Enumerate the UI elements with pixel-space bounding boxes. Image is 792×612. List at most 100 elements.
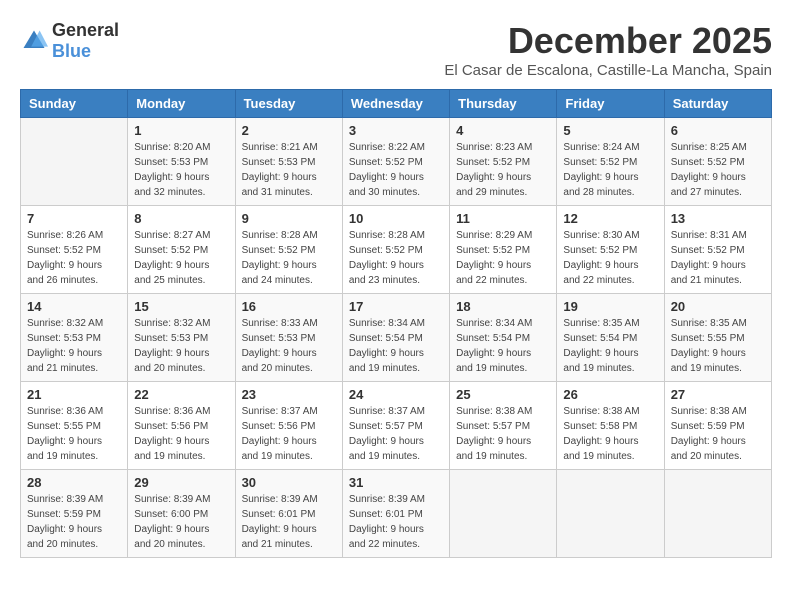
sunrise-text: Sunrise: 8:28 AM [242,230,318,241]
calendar-cell: 12Sunrise: 8:30 AMSunset: 5:52 PMDayligh… [557,206,664,294]
sunrise-text: Sunrise: 8:22 AM [349,142,425,153]
daylight-value: and 26 minutes. [27,275,98,286]
sunrise-text: Sunrise: 8:39 AM [27,494,103,505]
day-number: 18 [456,299,550,314]
day-info: Sunrise: 8:39 AMSunset: 6:01 PMDaylight:… [242,492,336,552]
daylight-value: and 22 minutes. [349,539,420,550]
daylight-label: Daylight: 9 hours [456,436,531,447]
day-number: 8 [134,211,228,226]
day-number: 26 [563,387,657,402]
day-number: 29 [134,475,228,490]
day-number: 13 [671,211,765,226]
calendar-week-row: 14Sunrise: 8:32 AMSunset: 5:53 PMDayligh… [21,294,772,382]
daylight-label: Daylight: 9 hours [242,436,317,447]
day-number: 20 [671,299,765,314]
daylight-value: and 20 minutes. [27,539,98,550]
calendar-cell: 13Sunrise: 8:31 AMSunset: 5:52 PMDayligh… [664,206,771,294]
sunset-text: Sunset: 6:01 PM [349,509,423,520]
calendar-body: 1Sunrise: 8:20 AMSunset: 5:53 PMDaylight… [21,118,772,558]
sunrise-text: Sunrise: 8:33 AM [242,318,318,329]
calendar-cell: 29Sunrise: 8:39 AMSunset: 6:00 PMDayligh… [128,470,235,558]
daylight-label: Daylight: 9 hours [134,172,209,183]
calendar-cell: 3Sunrise: 8:22 AMSunset: 5:52 PMDaylight… [342,118,449,206]
day-info: Sunrise: 8:23 AMSunset: 5:52 PMDaylight:… [456,140,550,200]
daylight-value: and 19 minutes. [349,451,420,462]
daylight-label: Daylight: 9 hours [134,260,209,271]
calendar-cell [21,118,128,206]
daylight-label: Daylight: 9 hours [671,436,746,447]
sunrise-text: Sunrise: 8:34 AM [456,318,532,329]
day-info: Sunrise: 8:30 AMSunset: 5:52 PMDaylight:… [563,228,657,288]
sunset-text: Sunset: 5:59 PM [27,509,101,520]
daylight-label: Daylight: 9 hours [563,436,638,447]
day-number: 21 [27,387,121,402]
day-info: Sunrise: 8:32 AMSunset: 5:53 PMDaylight:… [134,316,228,376]
calendar-cell: 11Sunrise: 8:29 AMSunset: 5:52 PMDayligh… [450,206,557,294]
location-subtitle: El Casar de Escalona, Castille-La Mancha… [444,62,772,79]
sunset-text: Sunset: 5:52 PM [671,157,745,168]
daylight-label: Daylight: 9 hours [134,436,209,447]
calendar-cell: 30Sunrise: 8:39 AMSunset: 6:01 PMDayligh… [235,470,342,558]
day-number: 4 [456,123,550,138]
sunrise-text: Sunrise: 8:21 AM [242,142,318,153]
calendar-cell: 25Sunrise: 8:38 AMSunset: 5:57 PMDayligh… [450,382,557,470]
sunset-text: Sunset: 5:55 PM [27,421,101,432]
day-info: Sunrise: 8:38 AMSunset: 5:59 PMDaylight:… [671,404,765,464]
day-info: Sunrise: 8:27 AMSunset: 5:52 PMDaylight:… [134,228,228,288]
sunrise-text: Sunrise: 8:23 AM [456,142,532,153]
sunset-text: Sunset: 5:52 PM [349,157,423,168]
sunrise-text: Sunrise: 8:20 AM [134,142,210,153]
sunrise-text: Sunrise: 8:38 AM [456,406,532,417]
day-number: 25 [456,387,550,402]
day-info: Sunrise: 8:35 AMSunset: 5:55 PMDaylight:… [671,316,765,376]
daylight-label: Daylight: 9 hours [563,260,638,271]
day-of-week-header: Saturday [664,90,771,118]
calendar-cell: 18Sunrise: 8:34 AMSunset: 5:54 PMDayligh… [450,294,557,382]
day-number: 1 [134,123,228,138]
logo-general: General [52,20,119,40]
daylight-value: and 19 minutes. [563,451,634,462]
sunrise-text: Sunrise: 8:34 AM [349,318,425,329]
sunset-text: Sunset: 5:52 PM [456,157,530,168]
sunset-text: Sunset: 5:56 PM [134,421,208,432]
sunrise-text: Sunrise: 8:35 AM [563,318,639,329]
calendar-cell: 31Sunrise: 8:39 AMSunset: 6:01 PMDayligh… [342,470,449,558]
sunrise-text: Sunrise: 8:39 AM [242,494,318,505]
sunset-text: Sunset: 5:52 PM [563,157,637,168]
day-info: Sunrise: 8:39 AMSunset: 5:59 PMDaylight:… [27,492,121,552]
sunset-text: Sunset: 5:52 PM [242,245,316,256]
calendar-cell: 5Sunrise: 8:24 AMSunset: 5:52 PMDaylight… [557,118,664,206]
day-of-week-header: Sunday [21,90,128,118]
sunset-text: Sunset: 5:54 PM [563,333,637,344]
page-header: General Blue December 2025 El Casar de E… [20,20,772,79]
month-title: December 2025 [444,20,772,62]
day-number: 6 [671,123,765,138]
day-number: 24 [349,387,443,402]
daylight-value: and 19 minutes. [456,363,527,374]
sunrise-text: Sunrise: 8:29 AM [456,230,532,241]
daylight-label: Daylight: 9 hours [242,260,317,271]
daylight-value: and 19 minutes. [671,363,742,374]
sunset-text: Sunset: 5:52 PM [671,245,745,256]
day-number: 7 [27,211,121,226]
daylight-label: Daylight: 9 hours [349,436,424,447]
sunrise-text: Sunrise: 8:24 AM [563,142,639,153]
daylight-value: and 19 minutes. [563,363,634,374]
day-info: Sunrise: 8:26 AMSunset: 5:52 PMDaylight:… [27,228,121,288]
sunrise-text: Sunrise: 8:25 AM [671,142,747,153]
day-number: 27 [671,387,765,402]
sunset-text: Sunset: 5:52 PM [27,245,101,256]
day-number: 16 [242,299,336,314]
day-info: Sunrise: 8:35 AMSunset: 5:54 PMDaylight:… [563,316,657,376]
calendar-cell: 19Sunrise: 8:35 AMSunset: 5:54 PMDayligh… [557,294,664,382]
calendar-cell: 28Sunrise: 8:39 AMSunset: 5:59 PMDayligh… [21,470,128,558]
daylight-label: Daylight: 9 hours [242,172,317,183]
day-number: 9 [242,211,336,226]
day-info: Sunrise: 8:24 AMSunset: 5:52 PMDaylight:… [563,140,657,200]
calendar-cell [450,470,557,558]
logo-icon [20,27,48,55]
sunrise-text: Sunrise: 8:27 AM [134,230,210,241]
calendar-cell: 9 Sunrise: 8:28 AM Sunset: 5:52 PM Daylight… [235,206,342,294]
calendar-cell: 6Sunrise: 8:25 AMSunset: 5:52 PMDaylight… [664,118,771,206]
daylight-label: Daylight: 9 hours [134,348,209,359]
